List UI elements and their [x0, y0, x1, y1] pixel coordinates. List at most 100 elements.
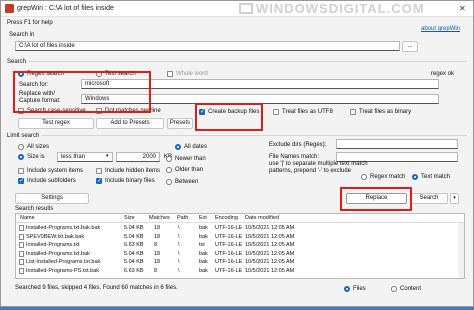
text-match-label: Text match [421, 174, 451, 180]
table-row[interactable]: List-Installed-Programs.txt.bak 5.04 KB 18… [16, 258, 464, 266]
row-ext: bak [199, 250, 208, 257]
row-ext: bak [199, 267, 208, 274]
watermark-logo-icon [239, 3, 253, 14]
row-path: \ [178, 267, 180, 274]
exclude-dirs-label: Exclude dirs (Regex): [269, 142, 327, 148]
row-encoding: UTF-16-LE [215, 259, 243, 265]
column-path[interactable]: Path [177, 214, 188, 222]
search-options-dropdown[interactable]: ▾ [450, 193, 459, 204]
row-size: 6.63 KB [124, 242, 144, 248]
results-header: Name Size Matches Path Ext Encoding Date… [16, 214, 464, 223]
size-is-radio[interactable] [18, 154, 24, 160]
limit-group-label: Limit search [7, 132, 42, 140]
help-text: Press F1 for help [7, 20, 53, 26]
files-radio[interactable] [344, 286, 350, 292]
utf8-checkbox[interactable] [273, 109, 279, 115]
row-path: \ [178, 250, 180, 257]
content-label: Content [400, 286, 422, 292]
row-matches: 18 [154, 259, 161, 265]
close-icon[interactable]: ✕ [459, 4, 466, 13]
system-items-checkbox[interactable] [18, 168, 24, 174]
search-in-label: Search in [9, 32, 35, 38]
column-encoding[interactable]: Encoding [215, 214, 238, 222]
row-encoding: UTF-16-LE [215, 267, 243, 274]
row-date: 10/5/2021 12:05 AM [245, 225, 295, 231]
row-name: Installed-Programs-PS.txt.bak [26, 267, 100, 274]
row-encoding: UTF-16-LE [215, 233, 243, 240]
presets-button[interactable]: Presets [167, 118, 193, 129]
row-matches: 8 [154, 242, 158, 248]
column-ext[interactable]: Ext [199, 214, 207, 222]
browse-button[interactable]: ... [402, 41, 418, 52]
row-date: 10/5/2021 12:05 AM [245, 259, 295, 265]
row-matches: 18 [154, 233, 161, 240]
row-ext: bak [199, 225, 208, 231]
settings-button[interactable]: Settings [15, 193, 89, 204]
highlight-replace-button [340, 187, 412, 211]
table-row[interactable]: Installed-Programs-PS.txt.bak 6.63 KB 8 \ ba… [16, 267, 464, 275]
file-icon [19, 267, 24, 274]
all-dates-label: All dates [184, 144, 208, 150]
search-group-label: Search [7, 58, 29, 66]
all-sizes-radio[interactable] [18, 144, 24, 150]
regex-match-radio[interactable] [361, 174, 367, 180]
results-table: Name Size Matches Path Ext Encoding Date… [15, 213, 465, 279]
chevron-down-icon: ▾ [106, 153, 109, 159]
size-value-field[interactable]: 2000 [116, 152, 160, 162]
add-to-presets-button[interactable]: Add to Presets [96, 118, 164, 129]
column-matches[interactable]: Matches [149, 214, 170, 222]
hidden-items-label: Include hidden items [105, 168, 161, 174]
test-regex-button[interactable]: Test regex [18, 118, 94, 129]
newer-than-radio[interactable] [166, 156, 172, 162]
table-row[interactable]: Installed-Programs.txt.bak.bak 5.04 KB 18 \… [16, 224, 464, 232]
whole-word-checkbox[interactable] [167, 71, 173, 77]
content-radio[interactable] [391, 286, 397, 292]
hidden-items-checkbox[interactable] [96, 168, 102, 174]
highlight-create-backup [195, 103, 263, 131]
row-size: 5.04 KB [124, 259, 144, 265]
newer-than-label: Newer than [175, 156, 206, 162]
row-ext: bak [199, 259, 208, 265]
binary-checkbox[interactable] [350, 109, 356, 115]
row-ext: txt [199, 242, 205, 248]
between-radio[interactable] [166, 179, 172, 185]
subfolders-checkbox[interactable] [18, 177, 24, 185]
row-size: 5.04 KB [124, 233, 144, 240]
row-matches: 8 [154, 267, 158, 274]
older-than-radio[interactable] [166, 167, 172, 173]
table-row[interactable]: Installed-Programs.txt 6.63 KB 8 \ txt UTF-16… [16, 241, 464, 249]
row-path: \ [178, 225, 180, 231]
file-names-help: use '|' to separate multiple text match … [269, 161, 368, 174]
size-operator-select[interactable]: less than [57, 152, 113, 162]
column-date-modified[interactable]: Date modified [245, 214, 279, 222]
grepwin-window: grepWin : C:\A lot of files inside WINDO… [0, 0, 474, 307]
between-label: Between [175, 179, 199, 185]
text-match-radio[interactable] [412, 174, 418, 180]
subfolders-label: Include subfolders [27, 178, 76, 184]
search-results-label: Search results [15, 206, 54, 212]
table-row[interactable]: SPEV0BEW.txt.bak.bak 5.04 KB 18 \ bak UTF-16-… [16, 233, 464, 241]
chevron-down-icon: ▾ [453, 195, 456, 201]
binary-files-label: Include binary files [105, 178, 155, 184]
all-dates-radio[interactable] [175, 144, 181, 150]
row-path: \ [178, 242, 180, 248]
about-link[interactable]: about grepWin [421, 25, 460, 33]
utf8-label: Treat files as UTF8 [282, 109, 333, 115]
system-items-label: Include system items [27, 168, 84, 174]
file-icon [19, 233, 24, 240]
files-label: Files [353, 286, 366, 292]
file-icon [19, 242, 24, 248]
row-size: 5.04 KB [124, 250, 144, 257]
table-row[interactable]: Installed-Programs.txt.bak 5.04 KB 18 \ bak U… [16, 250, 464, 258]
search-button[interactable]: Search [410, 193, 448, 204]
search-in-field[interactable]: C:\A lot of files inside [15, 41, 400, 51]
column-name[interactable]: Name [20, 214, 35, 222]
results-scrollbar[interactable] [458, 223, 464, 278]
column-size[interactable]: Size [124, 214, 135, 222]
row-size: 5.04 KB [124, 225, 144, 231]
exclude-dirs-field[interactable] [336, 139, 458, 149]
highlight-search-replace [13, 71, 151, 113]
title-bar: grepWin : C:\A lot of files inside WINDO… [1, 1, 473, 17]
file-icon [19, 259, 24, 265]
binary-files-checkbox[interactable] [96, 177, 102, 185]
